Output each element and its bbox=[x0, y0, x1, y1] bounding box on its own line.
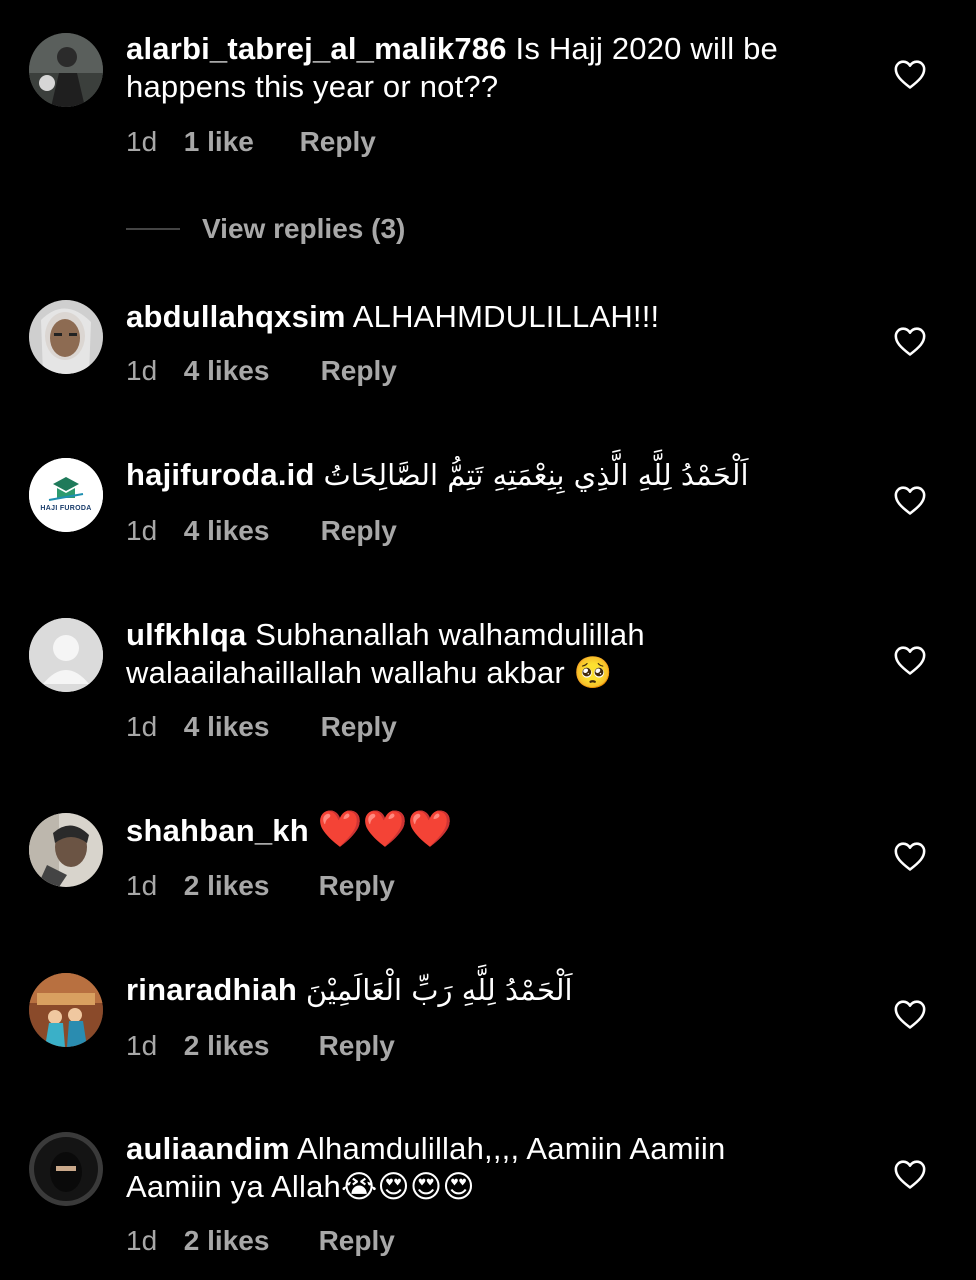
likes-count[interactable]: 1 like bbox=[184, 125, 292, 159]
comment-meta: 1d 2 likes Reply bbox=[126, 1029, 395, 1063]
avatar[interactable] bbox=[29, 300, 103, 374]
pleading-face-emoji: 🥺 bbox=[573, 655, 613, 691]
timestamp: 1d bbox=[126, 515, 158, 546]
heart-icon[interactable] bbox=[893, 998, 927, 1030]
avatar[interactable] bbox=[29, 973, 103, 1047]
heart-icon[interactable] bbox=[893, 325, 927, 357]
username-link[interactable]: shahban_kh bbox=[126, 813, 309, 848]
reply-button[interactable]: Reply bbox=[319, 1029, 395, 1063]
heart-icon[interactable] bbox=[893, 840, 927, 872]
comment-body-cont: Aamiin ya Allah bbox=[126, 1169, 341, 1204]
heart-icon[interactable] bbox=[893, 644, 927, 676]
timestamp: 1d bbox=[126, 1030, 158, 1061]
reply-button[interactable]: Reply bbox=[319, 1224, 395, 1258]
comment-meta: 1d 4 likes Reply bbox=[126, 710, 397, 744]
comment-body: ALHAHMDULILLAH!!! bbox=[345, 299, 660, 334]
username-link[interactable]: alarbi_tabrej_al_malik786 bbox=[126, 31, 507, 66]
reply-button[interactable]: Reply bbox=[321, 354, 397, 388]
reply-button[interactable]: Reply bbox=[300, 125, 376, 159]
comment-meta: 1d 1 like Reply bbox=[126, 125, 376, 159]
comment-body: Is Hajj 2020 will be bbox=[506, 31, 778, 66]
heart-icon[interactable] bbox=[893, 484, 927, 516]
comment-meta: 1d 4 likes Reply bbox=[126, 514, 397, 548]
likes-count[interactable]: 2 likes bbox=[184, 869, 311, 903]
comment-text: shahban_kh ❤️❤️❤️ bbox=[126, 811, 866, 850]
comment-meta: 1d 2 likes Reply bbox=[126, 869, 395, 903]
reply-button[interactable]: Reply bbox=[321, 514, 397, 548]
username-link[interactable]: auliaandim bbox=[126, 1131, 290, 1166]
comment-body-cont: happens this year or not?? bbox=[126, 69, 499, 104]
likes-count[interactable]: 2 likes bbox=[184, 1224, 311, 1258]
comment-meta: 1d 2 likes Reply bbox=[126, 1224, 395, 1258]
username-link[interactable]: abdullahqxsim bbox=[126, 299, 346, 334]
timestamp: 1d bbox=[126, 870, 158, 901]
username-link[interactable]: ulfkhlqa bbox=[126, 617, 246, 652]
username-link[interactable]: rinaradhiah bbox=[126, 972, 297, 1007]
comment-body: اَلْحَمْدُ لِلَّهِ الَّذِي بِنِعْمَتِهِ … bbox=[323, 458, 749, 492]
comment-body-cont: walaailahaillallah wallahu akbar bbox=[126, 655, 565, 690]
likes-count[interactable]: 4 likes bbox=[184, 354, 313, 388]
likes-count[interactable]: 4 likes bbox=[184, 514, 313, 548]
avatar[interactable]: HAJI FURODA bbox=[29, 458, 103, 532]
timestamp: 1d bbox=[126, 711, 158, 742]
red-heart-emoji: ❤️❤️❤️ bbox=[317, 809, 453, 850]
comment-text: ulfkhlqa Subhanallah walhamdulillah wala… bbox=[126, 616, 866, 692]
comment-text: abdullahqxsim ALHAHMDULILLAH!!! bbox=[126, 298, 866, 336]
comment-body: اَلْحَمْدُ لِلَّهِ رَبِّ الْعَالَمِيْنَ bbox=[305, 973, 573, 1007]
timestamp: 1d bbox=[126, 355, 158, 386]
timestamp: 1d bbox=[126, 1225, 158, 1256]
avatar-logo-text: HAJI FURODA bbox=[40, 505, 92, 512]
comment-text: hajifuroda.id اَلْحَمْدُ لِلَّهِ الَّذِي… bbox=[126, 456, 866, 494]
likes-count[interactable]: 2 likes bbox=[184, 1029, 311, 1063]
heart-icon[interactable] bbox=[893, 1158, 927, 1190]
avatar[interactable] bbox=[29, 1132, 103, 1206]
avatar[interactable] bbox=[29, 618, 103, 692]
comment-text: alarbi_tabrej_al_malik786 Is Hajj 2020 w… bbox=[126, 30, 866, 106]
avatar[interactable] bbox=[29, 813, 103, 887]
emoji-group: 😭😍😍😍 bbox=[340, 1169, 475, 1205]
username-link[interactable]: hajifuroda.id bbox=[126, 457, 315, 492]
comment-text: rinaradhiah اَلْحَمْدُ لِلَّهِ رَبِّ الْ… bbox=[126, 971, 866, 1009]
comment-meta: 1d 4 likes Reply bbox=[126, 354, 397, 388]
reply-button[interactable]: Reply bbox=[319, 869, 395, 903]
comment-body: Alhamdulillah,,,, Aamiin Aamiin bbox=[289, 1131, 726, 1166]
avatar[interactable] bbox=[29, 33, 103, 107]
comment-body: Subhanallah walhamdulillah bbox=[246, 617, 645, 652]
reply-button[interactable]: Reply bbox=[321, 710, 397, 744]
view-replies-label[interactable]: View replies (3) bbox=[202, 211, 405, 247]
replies-divider-line bbox=[126, 228, 180, 230]
timestamp: 1d bbox=[126, 126, 158, 157]
comment-text: auliaandim Alhamdulillah,,,, Aamiin Aami… bbox=[126, 1130, 866, 1206]
likes-count[interactable]: 4 likes bbox=[184, 710, 313, 744]
heart-icon[interactable] bbox=[893, 58, 927, 90]
